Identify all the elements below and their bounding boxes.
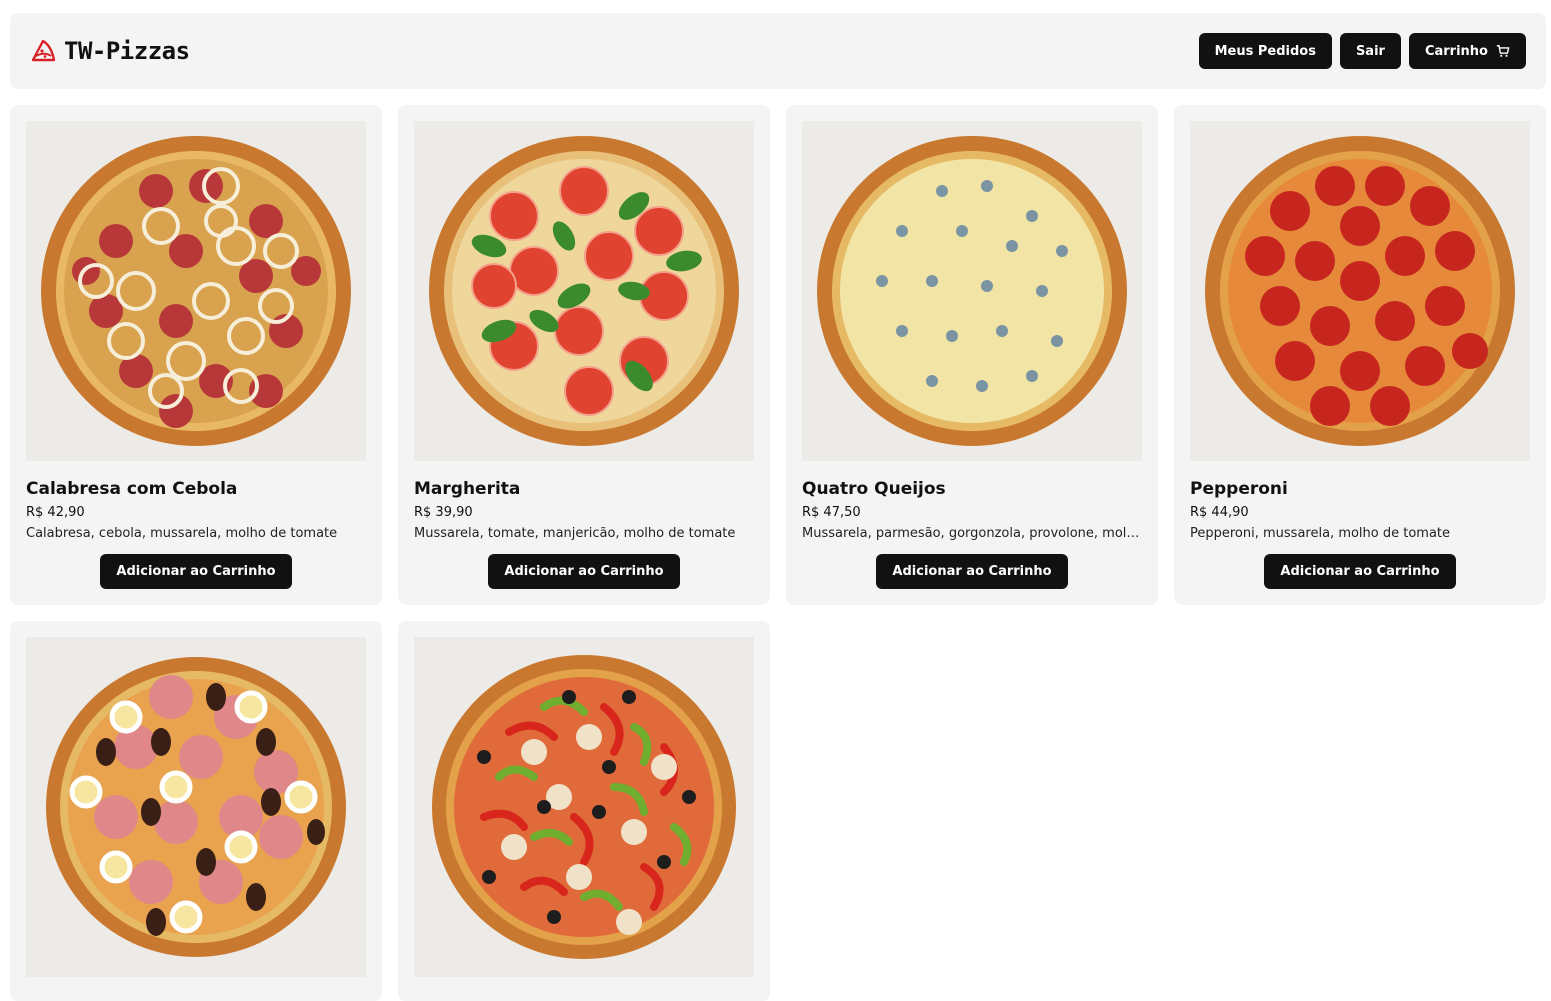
pizza-slice-icon — [30, 38, 56, 64]
product-price: R$ 47,50 — [802, 505, 861, 520]
product-price: R$ 42,90 — [26, 505, 85, 520]
add-to-cart-button[interactable]: Adicionar ao Carrinho — [100, 554, 292, 589]
product-image — [414, 637, 754, 977]
product-card: Pepperoni R$ 44,90 Pepperoni, mussarela,… — [1174, 105, 1546, 605]
add-to-cart-button[interactable]: Adicionar ao Carrinho — [488, 554, 680, 589]
product-card — [398, 621, 770, 1001]
logout-button[interactable]: Sair — [1339, 33, 1401, 69]
brand-name: TW-Pizzas — [64, 37, 190, 65]
product-card — [10, 621, 382, 1001]
product-card: Calabresa com Cebola R$ 42,90 Calabresa,… — [10, 105, 382, 605]
top-bar: TW-Pizzas Meus Pedidos Sair Carrinho — [10, 13, 1546, 89]
product-image — [414, 121, 754, 461]
product-description: Mussarela, parmesão, gorgonzola, provolo… — [802, 526, 1142, 541]
cart-icon — [1496, 44, 1510, 58]
add-to-cart-button[interactable]: Adicionar ao Carrinho — [1264, 554, 1456, 589]
product-price: R$ 39,90 — [414, 505, 473, 520]
cart-button-label: Carrinho — [1424, 43, 1488, 59]
product-name: Quatro Queijos — [802, 479, 946, 499]
product-image — [26, 637, 366, 977]
product-description: Mussarela, tomate, manjericão, molho de … — [414, 526, 736, 541]
product-image — [1190, 121, 1530, 461]
product-description: Calabresa, cebola, mussarela, molho de t… — [26, 526, 338, 541]
product-image — [802, 121, 1142, 461]
cart-button[interactable]: Carrinho — [1408, 33, 1526, 69]
product-description: Pepperoni, mussarela, molho de tomate — [1190, 526, 1451, 541]
brand[interactable]: TW-Pizzas — [30, 37, 190, 65]
product-name: Margherita — [414, 479, 521, 499]
product-price: R$ 44,90 — [1190, 505, 1249, 520]
header-nav: Meus Pedidos Sair Carrinho — [1198, 33, 1526, 69]
product-name: Pepperoni — [1190, 479, 1288, 499]
product-name: Calabresa com Cebola — [26, 479, 238, 499]
product-card: Quatro Queijos R$ 47,50 Mussarela, parme… — [786, 105, 1158, 605]
product-image — [26, 121, 366, 461]
product-card: Margherita R$ 39,90 Mussarela, tomate, m… — [398, 105, 770, 605]
my-orders-button[interactable]: Meus Pedidos — [1198, 33, 1332, 69]
product-grid: Calabresa com Cebola R$ 42,90 Calabresa,… — [10, 105, 1546, 1001]
add-to-cart-button[interactable]: Adicionar ao Carrinho — [876, 554, 1068, 589]
